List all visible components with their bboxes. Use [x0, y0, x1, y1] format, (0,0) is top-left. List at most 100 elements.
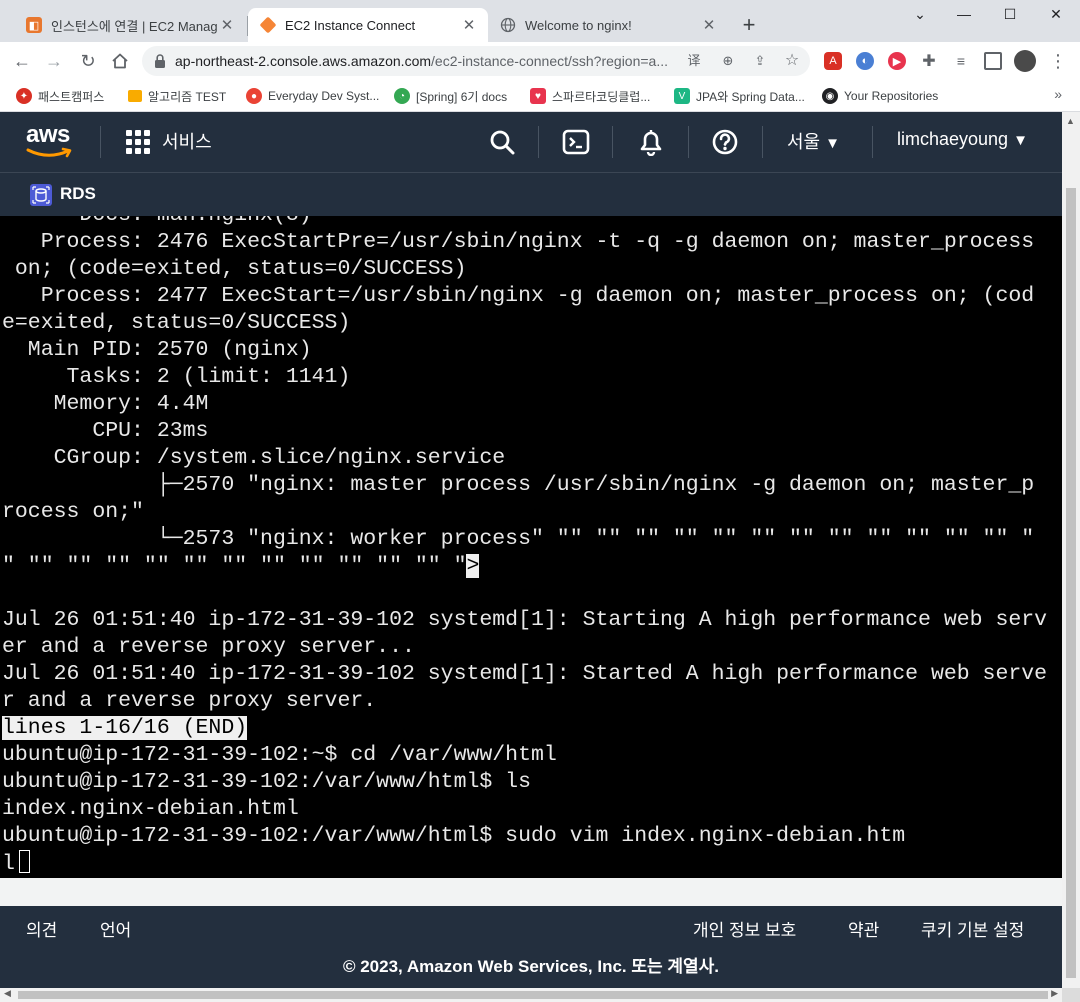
nav-divider: [100, 126, 101, 158]
bookmark-favicon-icon: ✦: [16, 88, 32, 104]
vertical-scrollbar[interactable]: ▲: [1062, 112, 1080, 988]
bookmark-favicon-icon: ♥: [530, 88, 546, 104]
cloudshell-icon[interactable]: [562, 128, 590, 156]
ssh-terminal[interactable]: Docs: man:nginx(8) Process: 2476 ExecSta…: [0, 216, 1062, 878]
bookmark-item[interactable]: ✦ 패스트캠퍼스: [16, 86, 104, 106]
terminal-line: ubuntu@ip-172-31-39-102:/var/www/html$ s…: [2, 824, 906, 848]
language-link[interactable]: 언어: [100, 916, 131, 941]
terminal-line: Process: 2477 ExecStart=/usr/sbin/nginx …: [2, 284, 1035, 308]
browser-toolbar: ← → ↻ ap-northeast-2.console.aws.amazon.…: [0, 42, 1080, 80]
puzzle-icon[interactable]: ✚: [920, 52, 938, 70]
window-close-icon[interactable]: ✕: [1042, 6, 1070, 26]
reload-icon[interactable]: ↻: [76, 49, 100, 73]
bookmark-item[interactable]: V JPA와 Spring Data...: [674, 86, 805, 106]
scroll-left-icon[interactable]: ◀: [4, 988, 11, 999]
github-icon: ◉: [822, 88, 838, 104]
kebab-menu-icon[interactable]: ⋮: [1046, 49, 1070, 73]
close-icon[interactable]: ✕: [218, 16, 236, 34]
bookmarks-bar: ✦ 패스트캠퍼스 알고리즘 TEST ● Everyday Dev Syst... …: [0, 80, 1080, 112]
chevron-down-icon[interactable]: ⌄: [906, 6, 934, 26]
playlist-icon[interactable]: ≡: [952, 52, 970, 70]
terminal-line: r and a reverse proxy server.: [2, 689, 377, 713]
url-host: ap-northeast-2.console.aws.amazon.com: [175, 53, 432, 69]
bookmark-favicon-icon: V: [674, 88, 690, 104]
aws-footer: 의견 언어 개인 정보 보호 약관 쿠키 기본 설정 © 2023, Amazo…: [0, 906, 1062, 988]
horizontal-scroll-thumb[interactable]: [18, 991, 1048, 999]
aws-logo[interactable]: aws: [26, 123, 74, 164]
extension-icon[interactable]: ▶: [888, 52, 906, 70]
bookmark-label: JPA와 Spring Data...: [696, 89, 805, 104]
account-menu[interactable]: limchaeyoung ▼: [897, 129, 1028, 150]
tab-welcome-nginx[interactable]: Welcome to nginx! ✕: [488, 8, 728, 42]
avatar[interactable]: [1014, 50, 1036, 72]
scroll-right-icon[interactable]: ▶: [1051, 988, 1058, 999]
bookmark-item[interactable]: ♥ 스파르타코딩클럽...: [530, 86, 650, 106]
address-bar[interactable]: ap-northeast-2.console.aws.amazon.com/ec…: [142, 46, 810, 76]
bell-icon[interactable]: [637, 128, 665, 156]
account-label: limchaeyoung: [897, 129, 1009, 149]
terminal-line: Jul 26 01:51:40 ip-172-31-39-102 systemd…: [2, 608, 1048, 632]
tab-ec2-instance-connect[interactable]: EC2 Instance Connect ✕: [248, 8, 488, 42]
side-panel-icon[interactable]: [984, 52, 1002, 70]
tab-title: 인스턴스에 연결 | EC2 Managem: [51, 18, 218, 34]
services-menu-button[interactable]: 서비스: [162, 128, 212, 154]
browser-window: ◧ 인스턴스에 연결 | EC2 Managem ✕ EC2 Instance …: [0, 0, 1080, 1002]
bookmark-item[interactable]: ● Everyday Dev Syst...: [246, 86, 379, 106]
translate-icon[interactable]: 译: [684, 51, 704, 71]
bookmark-star-icon[interactable]: ☆: [782, 51, 802, 71]
terminal-line: e=exited, status=0/SUCCESS): [2, 311, 351, 335]
bookmark-item[interactable]: ◔ [Spring] 6기 docs: [394, 86, 507, 106]
close-icon[interactable]: ✕: [700, 16, 718, 34]
back-arrow-icon[interactable]: ←: [10, 49, 34, 73]
extension-icon[interactable]: ◐: [856, 52, 874, 70]
bookmark-label: Your Repositories: [844, 89, 939, 103]
minimize-icon[interactable]: —: [950, 6, 978, 26]
terminal-line: Jul 26 01:51:40 ip-172-31-39-102 systemd…: [2, 662, 1048, 686]
maximize-icon[interactable]: ☐: [996, 6, 1024, 26]
terminal-line: └─2573 "nginx: worker process" "" "" "" …: [2, 527, 1035, 551]
url-text[interactable]: ap-northeast-2.console.aws.amazon.com/ec…: [175, 53, 675, 69]
nav-divider: [688, 126, 689, 158]
new-tab-button[interactable]: +: [737, 12, 761, 38]
nav-divider: [872, 126, 873, 158]
terminal-line: ubuntu@ip-172-31-39-102:/var/www/html$ l…: [2, 770, 531, 794]
feedback-link[interactable]: 의견: [26, 916, 57, 941]
bookmark-label: [Spring] 6기 docs: [416, 89, 508, 104]
zoom-icon[interactable]: ⊕: [718, 51, 738, 71]
lock-icon: [155, 54, 165, 68]
terminal-line-text: " "" "" "" "" "" "" "" "" "" "" "" ": [2, 554, 467, 578]
forward-arrow-icon[interactable]: →: [42, 49, 66, 73]
privacy-link[interactable]: 개인 정보 보호: [693, 916, 796, 941]
scroll-up-icon[interactable]: ▲: [1066, 116, 1075, 126]
terminal-prompt-line[interactable]: l: [2, 850, 30, 877]
help-icon[interactable]: [711, 128, 739, 156]
search-icon[interactable]: [488, 128, 516, 156]
aws-smile-icon: [26, 147, 72, 158]
share-icon[interactable]: ⇪: [750, 51, 770, 71]
vertical-scroll-thumb[interactable]: [1066, 188, 1076, 978]
grid-icon[interactable]: [126, 130, 150, 154]
bookmark-item[interactable]: 알고리즘 TEST: [128, 86, 226, 106]
tab-ec2-connect-instance[interactable]: ◧ 인스턴스에 연결 | EC2 Managem ✕: [14, 8, 246, 42]
chevron-down-icon: ▼: [1013, 132, 1028, 149]
aws-top-nav: aws 서비스 서울 ▼ limchaeyoung ▼: [0, 112, 1062, 172]
horizontal-scrollbar[interactable]: ◀ ▶: [0, 988, 1062, 1002]
bookmarks-overflow-button[interactable]: »: [1054, 86, 1062, 102]
terms-link[interactable]: 약관: [848, 916, 879, 941]
tab-title: EC2 Instance Connect: [285, 17, 416, 33]
terminal-line: " "" "" "" "" "" "" "" "" "" "" "" ">: [2, 553, 480, 580]
bookmark-favicon-icon: ●: [246, 88, 262, 104]
pdf-extension-icon[interactable]: A: [824, 52, 842, 70]
terminal-line: CPU: 23ms: [2, 419, 209, 443]
terminal-line: Memory: 4.4M: [2, 392, 209, 416]
bookmark-item[interactable]: ◉ Your Repositories: [822, 86, 938, 106]
region-selector[interactable]: 서울 ▼: [787, 128, 840, 154]
cookie-preferences-link[interactable]: 쿠키 기본 설정: [921, 916, 1024, 941]
bookmark-favicon-icon: ◔: [394, 88, 410, 104]
rds-shortcut-link[interactable]: RDS: [60, 184, 96, 204]
nav-divider: [538, 126, 539, 158]
aws-cube-icon: [259, 16, 277, 34]
home-icon[interactable]: [108, 49, 132, 73]
close-icon[interactable]: ✕: [460, 16, 478, 34]
rds-service-icon[interactable]: [30, 184, 52, 206]
